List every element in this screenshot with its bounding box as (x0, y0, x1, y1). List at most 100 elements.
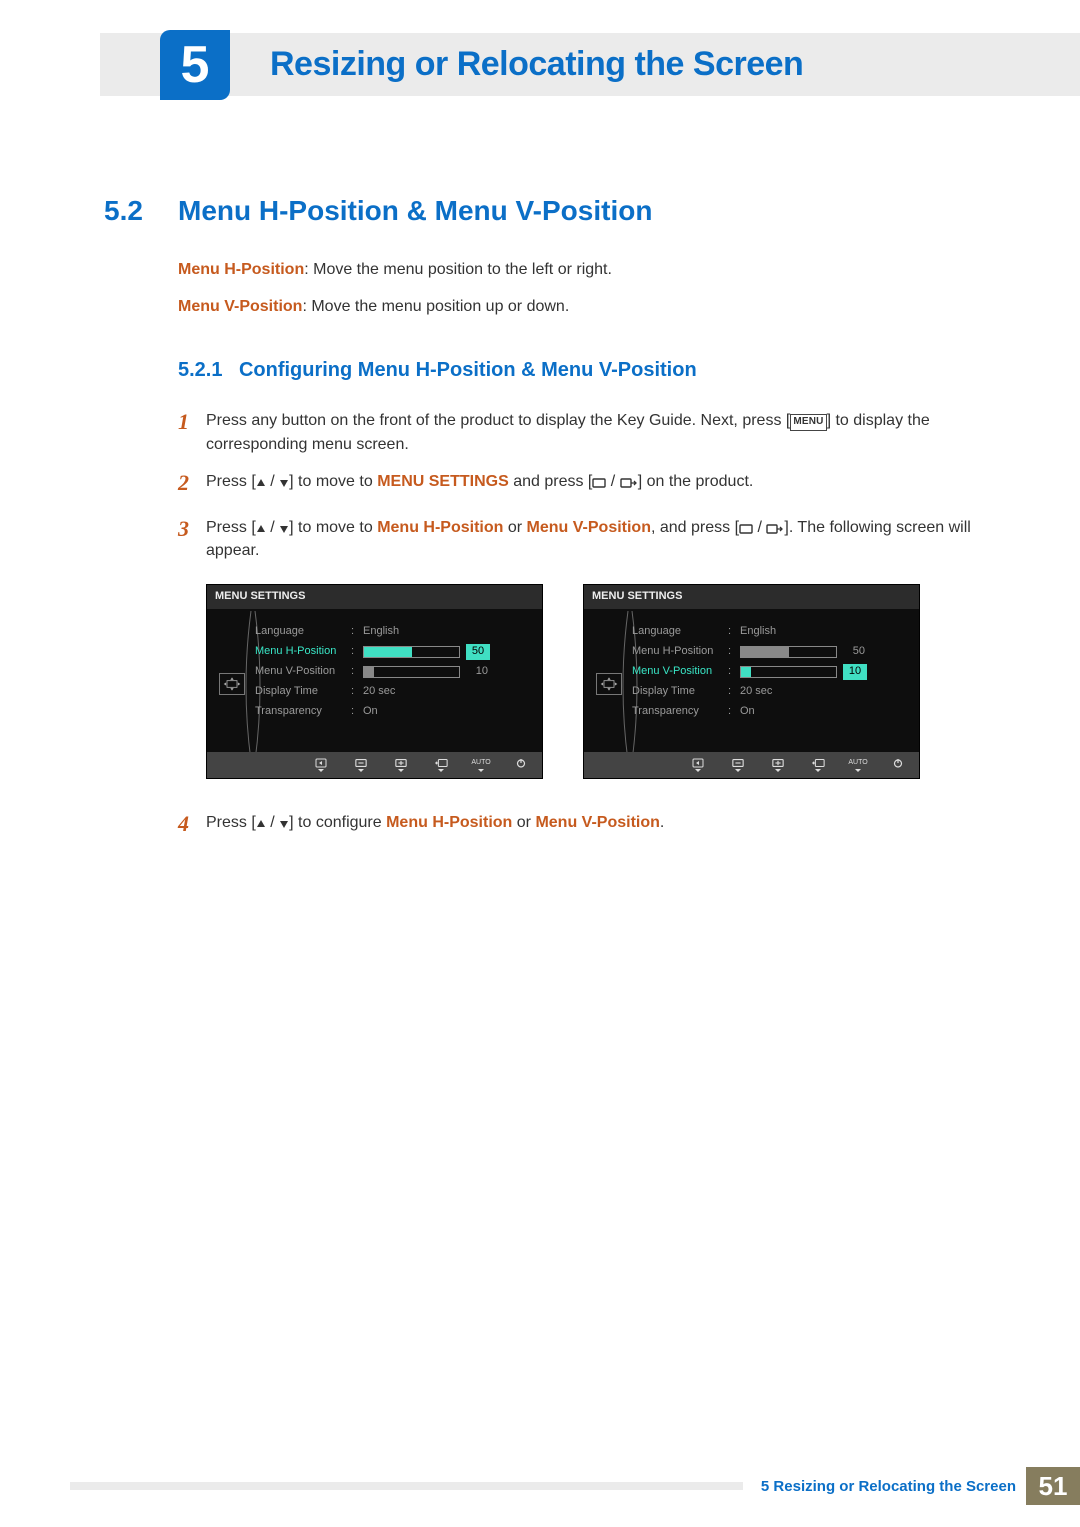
subsection-heading: 5.2.1 Configuring Menu H-Position & Menu… (178, 356, 978, 385)
menu-key-icon: MENU (790, 414, 826, 431)
desc-v-position: Menu V-Position: Move the menu position … (178, 295, 978, 318)
txt: or (512, 814, 535, 831)
value: On (740, 704, 909, 720)
slider (740, 666, 837, 678)
value: 10 (843, 664, 867, 680)
osd-row-language: Language:English (255, 623, 532, 641)
osd-panel-h: MENU SETTINGS Language:English Menu H-Po… (206, 584, 543, 779)
step-1: 1 Press any button on the front of the p… (178, 409, 978, 455)
label: Language (632, 624, 728, 640)
value: 10 (466, 664, 488, 680)
desc-h-label: Menu H-Position (178, 261, 304, 278)
footer-rule (70, 1482, 743, 1490)
up-icon (256, 524, 266, 534)
desc-v-text: : Move the menu position up or down. (302, 298, 569, 315)
osd-title: MENU SETTINGS (207, 585, 542, 609)
txt: ] on the product. (638, 473, 754, 490)
step-number: 3 (178, 513, 206, 794)
box-icon (592, 478, 606, 488)
box-arrow-icon (766, 524, 784, 534)
txt: and press [ (509, 473, 593, 490)
txt: ] to move to (289, 473, 377, 490)
desc-h-text: : Move the menu position to the left or … (304, 261, 612, 278)
label: Transparency (255, 704, 351, 720)
osd-row-v-position: Menu V-Position:10 (632, 663, 909, 681)
v-pos-ref: Menu V-Position (535, 814, 659, 831)
subsection-title: Configuring Menu H-Position & Menu V-Pos… (239, 359, 697, 381)
txt: Press [ (206, 519, 256, 536)
osd-row-display-time: Display Time:20 sec (255, 683, 532, 701)
step-body: Press [ / ] to move to Menu H-Position o… (206, 516, 978, 797)
chapter-number-tab: 5 (160, 30, 230, 100)
auto-label: AUTO (472, 758, 490, 772)
box-arrow-icon (620, 478, 638, 488)
osd-panel-v: MENU SETTINGS Language:English Menu H-Po… (583, 584, 920, 779)
slider (363, 646, 460, 658)
chapter-title: Resizing or Relocating the Screen (270, 45, 803, 84)
step-2: 2 Press [ / ] to move to MENU SETTINGS a… (178, 470, 978, 502)
osd-title: MENU SETTINGS (584, 585, 919, 609)
txt: Press [ (206, 814, 256, 831)
value: English (363, 624, 532, 640)
step-4: 4 Press [ / ] to configure Menu H-Positi… (178, 811, 978, 843)
step-number: 4 (178, 808, 206, 840)
desc-h-position: Menu H-Position: Move the menu position … (178, 258, 978, 281)
v-pos-ref: Menu V-Position (527, 519, 651, 536)
step-body: Press [ / ] to move to MENU SETTINGS and… (206, 470, 978, 502)
label: Display Time (255, 684, 351, 700)
plus-icon (392, 758, 410, 772)
subsection-number: 5.2.1 (178, 359, 222, 381)
h-pos-ref: Menu H-Position (386, 814, 512, 831)
chapter-header: 5 Resizing or Relocating the Screen (100, 33, 1080, 96)
power-icon (512, 758, 530, 772)
box-icon (739, 524, 753, 534)
value: 50 (843, 644, 865, 660)
value: English (740, 624, 909, 640)
txt: ] to configure (289, 814, 386, 831)
value: 20 sec (363, 684, 532, 700)
up-down-icon (256, 478, 266, 488)
page-footer: 5 Resizing or Relocating the Screen 51 (70, 1467, 1080, 1505)
page-number: 51 (1026, 1467, 1080, 1505)
label: Display Time (632, 684, 728, 700)
down-icon (279, 524, 289, 534)
osd-row-display-time: Display Time:20 sec (632, 683, 909, 701)
step-list: 1 Press any button on the front of the p… (178, 409, 978, 843)
label: Menu V-Position (632, 664, 728, 680)
left-icon (312, 758, 330, 772)
osd-row-transparency: Transparency:On (632, 703, 909, 721)
h-pos-ref: Menu H-Position (377, 519, 503, 536)
plus-icon (769, 758, 787, 772)
auto-label: AUTO (849, 758, 867, 772)
osd-row-h-position: Menu H-Position:50 (632, 643, 909, 661)
step-number: 2 (178, 467, 206, 499)
step-body: Press [ / ] to configure Menu H-Position… (206, 811, 978, 843)
osd-footer: AUTO (207, 752, 542, 778)
section-number: 5.2 (104, 195, 143, 227)
label: Menu V-Position (255, 664, 351, 680)
label: Menu H-Position (632, 644, 728, 660)
value: 20 sec (740, 684, 909, 700)
txt: , and press [ (651, 519, 739, 536)
desc-v-label: Menu V-Position (178, 298, 302, 315)
osd-row-transparency: Transparency:On (255, 703, 532, 721)
down-icon (279, 819, 289, 829)
osd-row-v-position: Menu V-Position:10 (255, 663, 532, 681)
menu-settings-ref: MENU SETTINGS (377, 473, 509, 490)
step-3: 3 Press [ / ] to move to Menu H-Position… (178, 516, 978, 797)
page-content: Menu H-Position: Move the menu position … (178, 258, 978, 857)
return-icon (432, 758, 450, 772)
label: Transparency (632, 704, 728, 720)
label: Language (255, 624, 351, 640)
step-body: Press any button on the front of the pro… (206, 409, 978, 455)
osd-row-h-position: Menu H-Position:50 (255, 643, 532, 661)
osd-row-language: Language:English (632, 623, 909, 641)
txt: Press any button on the front of the pro… (206, 412, 790, 429)
return-icon (809, 758, 827, 772)
txt: ] to move to (289, 519, 377, 536)
step-number: 1 (178, 406, 206, 452)
minus-icon (352, 758, 370, 772)
label: Menu H-Position (255, 644, 351, 660)
txt: Press [ (206, 473, 256, 490)
txt: or (503, 519, 526, 536)
